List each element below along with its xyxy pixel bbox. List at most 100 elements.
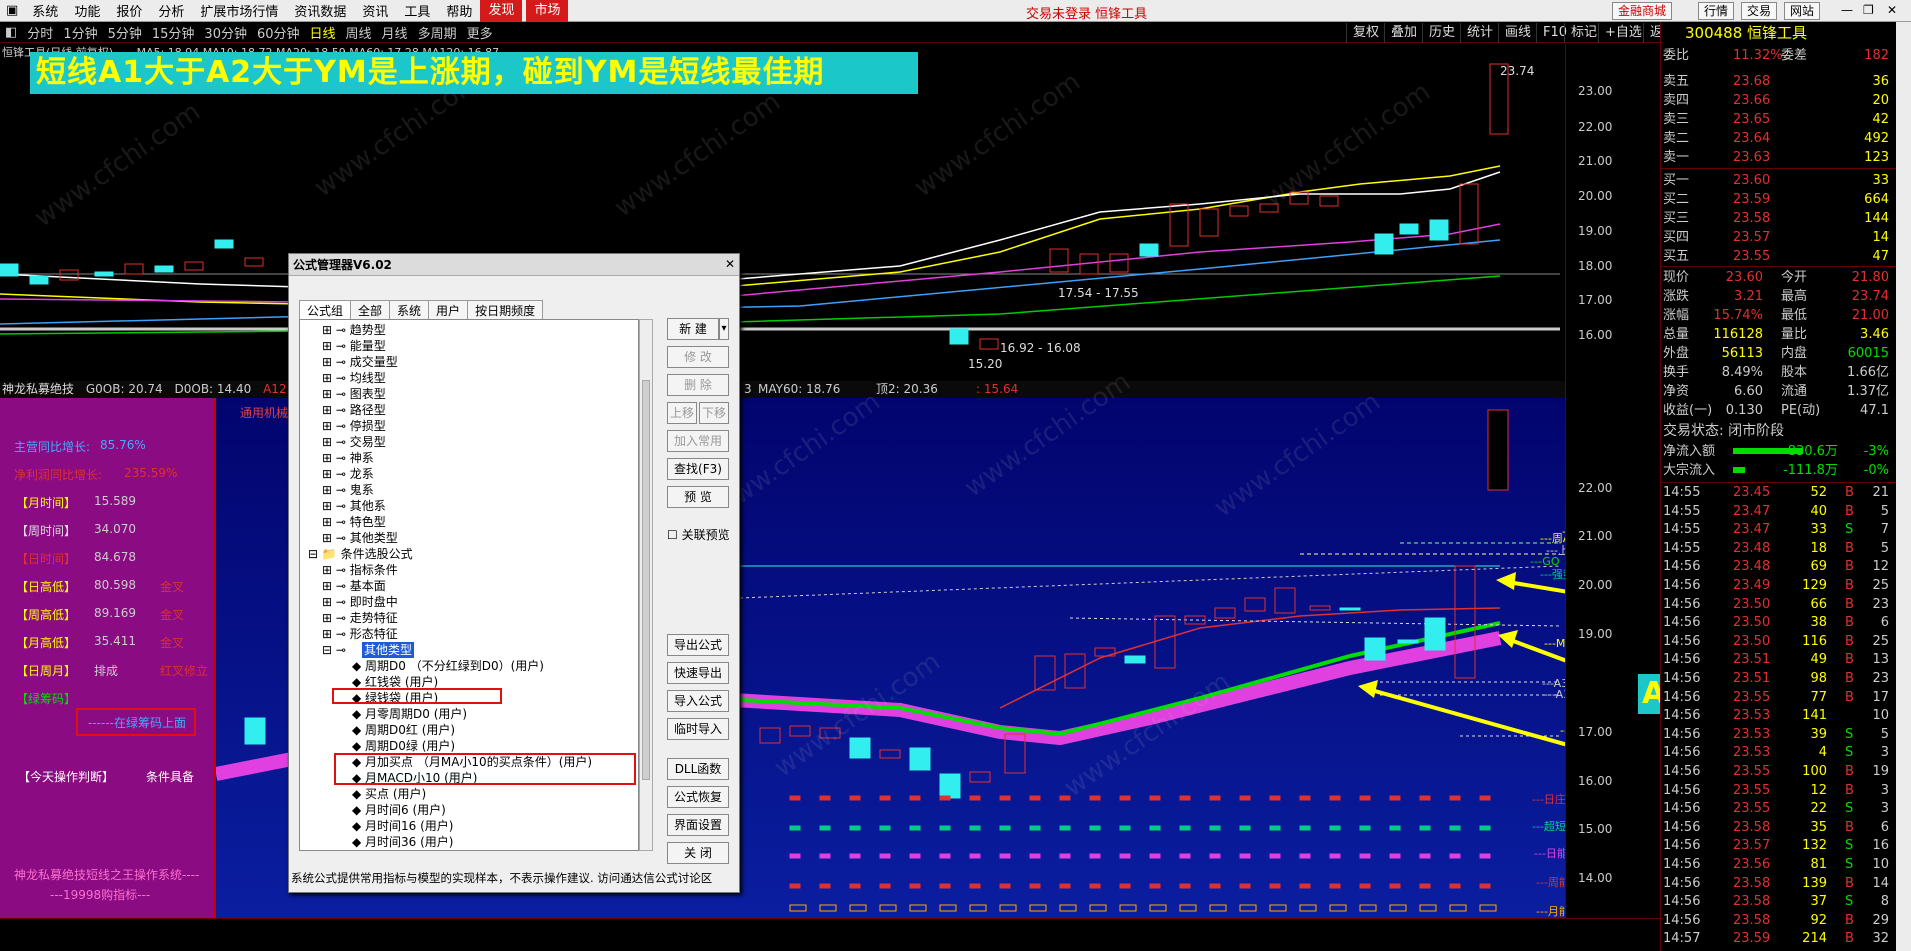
quote-button[interactable]: 行情 xyxy=(1698,2,1735,20)
dialog-button[interactable]: 查找(F3) xyxy=(667,458,729,480)
period-tab-more[interactable]: 更多 xyxy=(462,23,498,42)
menu-item-function[interactable]: 功能 xyxy=(66,1,108,20)
formula-item[interactable]: ◆ 周期D0 （不分红绿到D0）(用户) xyxy=(352,658,544,674)
toolbar-button[interactable]: +自选 xyxy=(1598,23,1648,43)
dialog-button[interactable]: DLL函数 xyxy=(667,758,729,780)
dialog-close-icon[interactable]: ✕ xyxy=(725,257,735,271)
menu-item-ext-market[interactable]: 扩展市场行情 xyxy=(192,1,286,20)
login-status[interactable]: 交易未登录 恒锋工具 xyxy=(1026,3,1147,22)
tree-item[interactable]: ⊞ ⊸ 指标条件 xyxy=(322,562,398,578)
sidebar-toggle-icon[interactable]: ◧ xyxy=(0,25,22,40)
tab-formula-group[interactable]: 公式组 xyxy=(299,300,352,321)
tab-all[interactable]: 全部 xyxy=(350,300,391,321)
tree-item[interactable]: ⊞ ⊸ 路径型 xyxy=(322,402,386,418)
dialog-button[interactable]: 修 改 xyxy=(667,346,729,368)
toolbar-button[interactable]: 历史 xyxy=(1422,23,1461,43)
dialog-button[interactable]: 预 览 xyxy=(667,486,729,508)
period-tab[interactable]: 30分钟 xyxy=(199,23,252,42)
dialog-button[interactable]: 导入公式 xyxy=(667,690,729,712)
tab-by-date[interactable]: 按日期频度 xyxy=(467,300,544,321)
preview-checkbox[interactable]: ☐ 关联预览 xyxy=(667,526,730,543)
tree-item[interactable]: ⊞ ⊸ 图表型 xyxy=(322,386,386,402)
menu-item-analysis[interactable]: 分析 xyxy=(150,1,192,20)
tree-item[interactable]: ⊞ ⊸ 交易型 xyxy=(322,434,386,450)
tree-item[interactable]: ⊞ ⊸ 特色型 xyxy=(322,514,386,530)
tree-item[interactable]: ⊞ ⊸ 均线型 xyxy=(322,370,386,386)
tree-folder[interactable]: ⊞ 📁 专家系统公式 xyxy=(308,850,413,851)
right-edge-toolbar[interactable] xyxy=(1896,22,1911,951)
tree-item[interactable]: ⊞ ⊸ 走势特征 xyxy=(322,610,398,626)
formula-item[interactable]: ◆ 月时间6 (用户) xyxy=(352,802,446,818)
period-tab-active[interactable]: 日线 xyxy=(305,23,341,42)
tree-item[interactable]: ⊞ ⊸ 鬼系 xyxy=(322,482,374,498)
dialog-button[interactable]: 公式恢复 xyxy=(667,786,729,808)
kline-chart-upper[interactable]: 恒锋工具(日线,前复权) MA5: 18.94 MA10: 18.72 MA20… xyxy=(0,44,1610,380)
menu-discover[interactable]: 发现 xyxy=(480,0,523,22)
period-tab[interactable]: 15分钟 xyxy=(147,23,200,42)
menu-item-quote[interactable]: 报价 xyxy=(108,1,150,20)
tree-scrollbar[interactable] xyxy=(639,319,653,851)
dialog-button[interactable]: 临时导入 xyxy=(667,718,729,740)
tree-item[interactable]: ⊞ ⊸ 停损型 xyxy=(322,418,386,434)
tree-item[interactable]: ⊞ ⊸ 其他类型 xyxy=(322,530,398,546)
toolbar-button[interactable]: 画线 xyxy=(1498,23,1537,43)
dialog-button[interactable]: 删 除 xyxy=(667,374,729,396)
dialog-button[interactable]: 加入常用 xyxy=(667,430,729,452)
formula-item[interactable]: ◆ 月时间16 (用户) xyxy=(352,818,454,834)
tree-item[interactable]: ⊞ ⊸ 即时盘中 xyxy=(322,594,398,610)
dialog-button[interactable]: 快速导出 xyxy=(667,662,729,684)
tab-user[interactable]: 用户 xyxy=(428,300,469,321)
tree-item[interactable]: ⊞ ⊸ 基本面 xyxy=(322,578,386,594)
formula-item[interactable]: ◆ 周期D0绿 (用户) xyxy=(352,738,455,754)
finance-mall-button[interactable]: 金融商城 xyxy=(1612,2,1673,20)
formula-item[interactable]: ◆ 月时间36 (用户) xyxy=(352,834,454,850)
tab-system[interactable]: 系统 xyxy=(389,300,430,321)
restore-icon[interactable]: ❐ xyxy=(1858,2,1879,20)
dialog-button[interactable]: 新 建 xyxy=(667,318,719,340)
dialog-button[interactable]: 下移 xyxy=(699,402,729,424)
period-tab[interactable]: 分时 xyxy=(22,23,58,42)
toolbar-button[interactable]: 统计 xyxy=(1460,23,1499,43)
menu-item-info[interactable]: 资讯 xyxy=(354,1,396,20)
trade-button[interactable]: 交易 xyxy=(1741,2,1778,20)
tree-item[interactable]: ⊞ ⊸ 成交量型 xyxy=(322,354,398,370)
menu-item-info-data[interactable]: 资讯数据 xyxy=(286,1,354,20)
toolbar-button[interactable]: 叠加 xyxy=(1384,23,1423,43)
menu-item-tools[interactable]: 工具 xyxy=(396,1,438,20)
tree-folder[interactable]: ⊟ 📁 条件选股公式 xyxy=(308,546,413,562)
tree-item[interactable]: ⊞ ⊸ 其他系 xyxy=(322,498,386,514)
period-tab[interactable]: 60分钟 xyxy=(252,23,305,42)
menu-market[interactable]: 市场 xyxy=(526,0,569,22)
formula-item[interactable]: ◆ 月零周期D0 (用户) xyxy=(352,706,467,722)
app-icon[interactable]: ▣ xyxy=(0,3,24,18)
dialog-button[interactable]: 导出公式 xyxy=(667,634,729,656)
dialog-button[interactable]: 上移 xyxy=(667,402,697,424)
formula-item[interactable]: ◆ 买点 (用户) xyxy=(352,786,426,802)
tree-item[interactable]: ⊞ ⊸ 趋势型 xyxy=(322,322,386,338)
period-tab[interactable]: 1分钟 xyxy=(58,23,102,42)
dialog-button[interactable]: 关 闭 xyxy=(667,842,729,864)
minimize-icon[interactable]: — xyxy=(1836,2,1858,20)
website-button[interactable]: 网站 xyxy=(1784,2,1821,20)
dialog-button[interactable]: 界面设置 xyxy=(667,814,729,836)
tick-side: B xyxy=(1845,689,1854,705)
tree-item-selected[interactable]: ⊟ ⊸ xyxy=(322,642,346,658)
tree-item[interactable]: ⊞ ⊸ 龙系 xyxy=(322,466,374,482)
tree-item[interactable]: ⊞ ⊸ 形态特征 xyxy=(322,626,398,642)
tree-item-selected-label[interactable]: 其他类型 xyxy=(362,642,415,658)
menu-item-help[interactable]: 帮助 xyxy=(438,1,480,20)
menu-item-system[interactable]: 系统 xyxy=(24,1,66,20)
dialog-title[interactable]: 公式管理器V6.02 xyxy=(289,254,739,276)
period-tab[interactable]: 周线 xyxy=(341,23,377,42)
toolbar-button[interactable]: 复权 xyxy=(1346,23,1385,43)
tree-item[interactable]: ⊞ ⊸ 神系 xyxy=(322,450,374,466)
period-tab[interactable]: 月线 xyxy=(377,23,413,42)
period-tab[interactable]: 多周期 xyxy=(413,23,462,42)
indicator-chart-lower[interactable]: 通用机械 xyxy=(0,398,1610,918)
formula-item[interactable]: ◆ 周期D0红 (用户) xyxy=(352,722,455,738)
close-icon[interactable]: ✕ xyxy=(1882,2,1902,20)
tree-item[interactable]: ⊞ ⊸ 能量型 xyxy=(322,338,386,354)
indicator-name[interactable]: 神龙私募绝技 xyxy=(2,382,74,396)
new-dropdown-icon[interactable]: ▾ xyxy=(719,318,729,340)
period-tab[interactable]: 5分钟 xyxy=(103,23,147,42)
